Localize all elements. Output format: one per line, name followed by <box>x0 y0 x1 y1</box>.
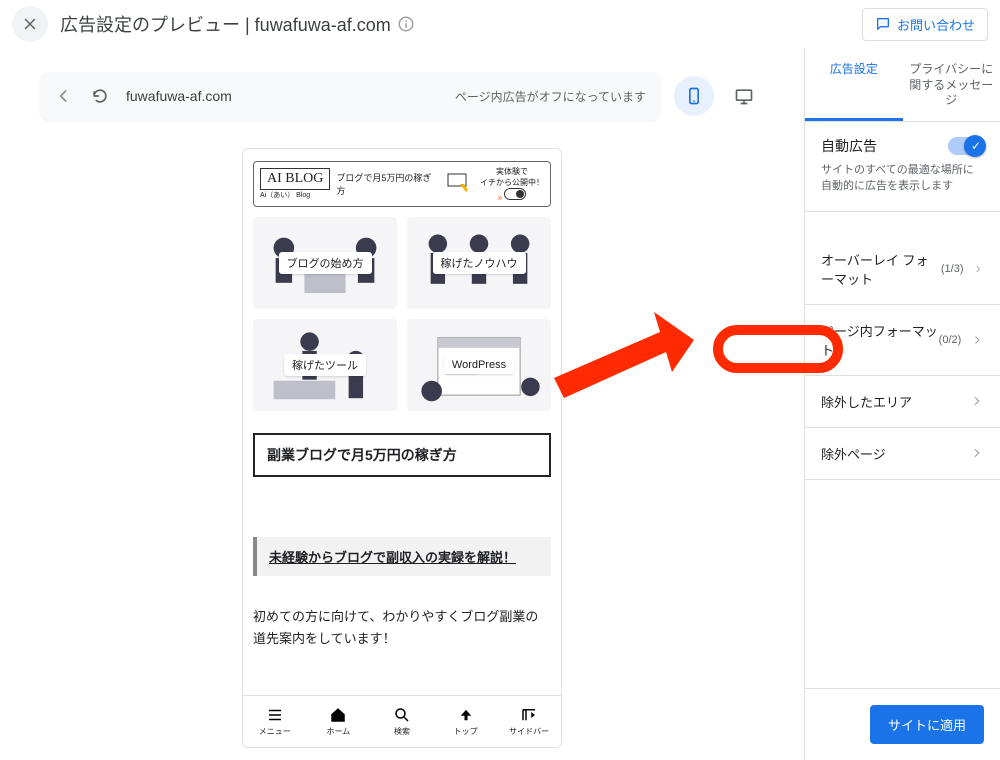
settings-panel: 広告設定 プライバシーに関するメッセージ 自動広告 ✓ サイトのすべての最適な場… <box>804 48 1000 760</box>
chevron-right-icon <box>973 262 984 276</box>
nav-search[interactable]: 検索 <box>370 696 434 747</box>
device-mobile-button[interactable] <box>674 76 714 116</box>
exp-line1: 実体験で <box>480 166 544 177</box>
search-icon <box>393 706 411 724</box>
chevron-right-icon <box>971 333 984 347</box>
preview-logo-sub: Ai（あい） Blog <box>260 190 330 200</box>
tab-privacy-messages[interactable]: プライバシーに関するメッセージ <box>903 48 1000 121</box>
device-desktop-button[interactable] <box>724 76 764 116</box>
row-overlay-format[interactable]: オーバーレイ フォーマット (1/3) <box>805 234 1000 305</box>
card-label: 稼げたツール <box>284 354 366 376</box>
menu-icon <box>266 706 284 724</box>
inpage-off-label: ページ内広告がオフになっています <box>455 88 646 105</box>
card-blog-start[interactable]: ブログの始め方 <box>253 217 397 309</box>
auto-ads-toggle[interactable]: ✓ <box>948 137 984 155</box>
row-label: ページ内フォーマット <box>821 321 939 359</box>
chevron-right-icon <box>970 394 984 408</box>
card-tools[interactable]: 稼げたツール <box>253 319 397 411</box>
reload-icon[interactable] <box>90 86 110 106</box>
nav-label: ホーム <box>327 726 351 737</box>
nav-label: サイドバー <box>509 726 549 737</box>
row-label: 除外ページ <box>821 444 886 463</box>
nav-label: トップ <box>454 726 478 737</box>
home-icon <box>329 706 347 724</box>
sidebar-icon <box>520 706 538 724</box>
card-wordpress[interactable]: WordPress <box>407 319 551 411</box>
row-inpage-format[interactable]: ページ内フォーマット (0/2) <box>805 305 1000 376</box>
row-count: (1/3) <box>941 263 964 275</box>
apply-to-site-button[interactable]: サイトに適用 <box>870 705 984 744</box>
row-label: 除外したエリア <box>821 392 912 411</box>
nav-top[interactable]: トップ <box>434 696 498 747</box>
row-excluded-area[interactable]: 除外したエリア <box>805 376 1000 428</box>
mobile-preview: AI BLOG Ai（あい） Blog ブログで月5万円の稼ぎ方 実体験で イチ… <box>242 148 562 748</box>
card-label: ブログの始め方 <box>279 252 372 274</box>
card-label: 稼げたノウハウ <box>433 252 526 274</box>
nav-label: 検索 <box>394 726 410 737</box>
contact-label: お問い合わせ <box>897 15 975 34</box>
nav-home[interactable]: ホーム <box>307 696 371 747</box>
row-count: (0/2) <box>939 334 962 346</box>
nav-sidebar[interactable]: サイドバー <box>497 696 561 747</box>
auto-ads-title: 自動広告 <box>821 136 877 156</box>
chat-icon <box>875 16 891 32</box>
page-title: 広告設定のプレビュー | fuwafuwa-af.com <box>60 11 391 37</box>
preview-headline: 副業ブログで月5万円の稼ぎ方 <box>253 433 551 477</box>
preview-logo: AI BLOG <box>260 168 330 190</box>
row-label: オーバーレイ フォーマット <box>821 250 941 288</box>
nav-label: メニュー <box>259 726 291 737</box>
preview-subheadline: 未経験からブログで副収入の実録を解説！ <box>253 537 551 576</box>
url-text: fuwafuwa-af.com <box>126 88 439 104</box>
chevron-right-icon <box>970 446 984 460</box>
nav-menu[interactable]: メニュー <box>243 696 307 747</box>
desktop-icon <box>734 86 754 106</box>
top-icon <box>457 706 475 724</box>
mobile-icon <box>684 86 704 106</box>
preview-header: AI BLOG Ai（あい） Blog ブログで月5万円の稼ぎ方 実体験で イチ… <box>253 161 551 207</box>
preview-bottom-nav: メニュー ホーム 検索 トップ サイドバー <box>243 695 561 747</box>
mini-toggle-icon <box>504 188 526 200</box>
row-excluded-page[interactable]: 除外ページ <box>805 428 1000 480</box>
url-bar: fuwafuwa-af.com ページ内広告がオフになっています <box>40 72 660 120</box>
tab-ads-settings[interactable]: 広告設定 <box>805 48 903 121</box>
auto-ads-desc: サイトのすべての最適な場所に自動的に広告を表示します <box>821 162 984 195</box>
card-knowhow[interactable]: 稼げたノウハウ <box>407 217 551 309</box>
contact-button[interactable]: お問い合わせ <box>862 8 988 41</box>
exp-line2: イチから公開中！ <box>480 177 544 188</box>
preview-caption: ブログで月5万円の稼ぎ方 <box>336 171 440 197</box>
card-label: WordPress <box>444 356 514 374</box>
back-icon[interactable] <box>54 86 74 106</box>
close-icon <box>21 15 39 33</box>
preview-intro: 初めての方に向けて、わかりやすくブログ副業の道先案内をしています！ <box>253 606 551 650</box>
close-button[interactable] <box>12 6 48 42</box>
pointer-icon <box>446 172 474 196</box>
info-icon[interactable] <box>397 15 415 33</box>
